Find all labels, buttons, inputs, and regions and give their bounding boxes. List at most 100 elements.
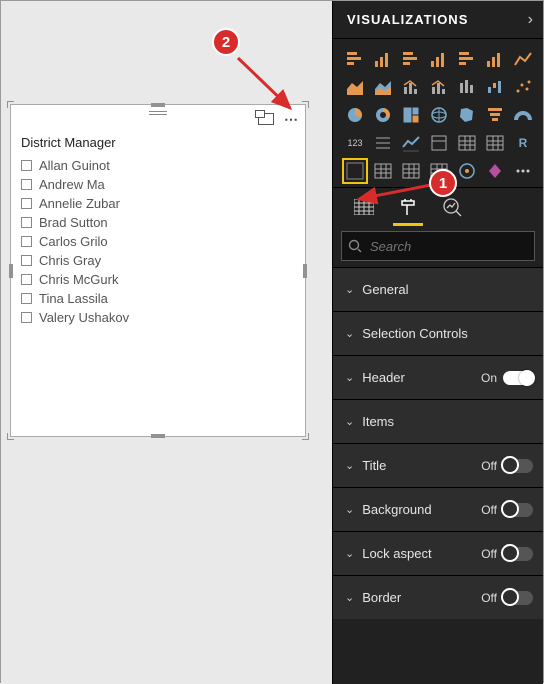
- checkbox-icon[interactable]: [21, 312, 32, 323]
- viz-gauge-icon[interactable]: [511, 103, 535, 127]
- resize-handle[interactable]: [151, 434, 165, 438]
- tab-analytics[interactable]: [439, 194, 465, 220]
- format-section[interactable]: ⌄Items: [333, 399, 543, 443]
- slicer-item[interactable]: Chris McGurk: [21, 270, 295, 289]
- toggle-state-label: On: [481, 371, 497, 385]
- search-input[interactable]: [370, 239, 528, 254]
- checkbox-icon[interactable]: [21, 236, 32, 247]
- viz-more-visuals-icon[interactable]: [511, 159, 535, 183]
- viz-powerapps-icon[interactable]: [483, 159, 507, 183]
- viz-key-influencers-icon[interactable]: [371, 159, 395, 183]
- checkbox-icon[interactable]: [21, 293, 32, 304]
- viz-kpi-icon[interactable]: [399, 131, 423, 155]
- search-icon: [348, 239, 362, 253]
- viz-stacked-bar-icon[interactable]: [343, 47, 367, 71]
- toggle-switch[interactable]: [503, 503, 533, 517]
- checkbox-icon[interactable]: [21, 198, 32, 209]
- viz-funnel-icon[interactable]: [483, 103, 507, 127]
- panel-title: VISUALIZATIONS: [347, 12, 468, 27]
- checkbox-icon[interactable]: [21, 274, 32, 285]
- slicer-visual[interactable]: ⋯ District Manager Allan GuinotAndrew Ma…: [10, 104, 306, 437]
- viz-area-icon[interactable]: [343, 75, 367, 99]
- checkbox-icon[interactable]: [21, 217, 32, 228]
- resize-handle[interactable]: [302, 101, 309, 108]
- slicer-item[interactable]: Tina Lassila: [21, 289, 295, 308]
- slicer-item[interactable]: Carlos Grilo: [21, 232, 295, 251]
- viz-treemap-icon[interactable]: [399, 103, 423, 127]
- slicer-item[interactable]: Valery Ushakov: [21, 308, 295, 327]
- slicer-item[interactable]: Annelie Zubar: [21, 194, 295, 213]
- viz-clustered-bar-icon[interactable]: [399, 47, 423, 71]
- checkbox-icon[interactable]: [21, 255, 32, 266]
- toggle-switch[interactable]: [503, 371, 533, 385]
- viz-py-visual-icon[interactable]: [343, 159, 367, 183]
- toggle-switch[interactable]: [503, 591, 533, 605]
- viz-slicer-icon[interactable]: [427, 131, 451, 155]
- viz-decomposition-tree-icon[interactable]: [399, 159, 423, 183]
- resize-handle[interactable]: [7, 101, 14, 108]
- viz-stacked-column-icon[interactable]: [371, 47, 395, 71]
- viz-filled-map-icon[interactable]: [455, 103, 479, 127]
- resize-handle[interactable]: [302, 433, 309, 440]
- toggle-state-label: Off: [481, 547, 497, 561]
- report-canvas: ⋯ District Manager Allan GuinotAndrew Ma…: [1, 1, 332, 684]
- visualizations-panel: VISUALIZATIONS › 123 R ⌄General⌄Selection…: [332, 1, 543, 684]
- resize-handle[interactable]: [7, 433, 14, 440]
- viz-clustered-column-icon[interactable]: [427, 47, 451, 71]
- drag-grip-icon[interactable]: [149, 111, 167, 117]
- chevron-down-icon: ⌄: [345, 459, 354, 472]
- format-section[interactable]: ⌄Selection Controls: [333, 311, 543, 355]
- resize-handle[interactable]: [303, 264, 307, 278]
- viz-line-clustered-column-icon[interactable]: [427, 75, 451, 99]
- viz-100-stacked-column-icon[interactable]: [483, 47, 507, 71]
- viz-card-icon[interactable]: 123: [343, 131, 367, 155]
- viz-matrix-icon[interactable]: [483, 131, 507, 155]
- toggle-switch[interactable]: [503, 547, 533, 561]
- tab-fields[interactable]: [351, 194, 377, 220]
- format-section[interactable]: ⌄BorderOff: [333, 575, 543, 619]
- format-section-list: ⌄General⌄Selection Controls⌄HeaderOn⌄Ite…: [333, 267, 543, 619]
- viz-arcgis-icon[interactable]: [455, 159, 479, 183]
- checkbox-icon[interactable]: [21, 160, 32, 171]
- viz-stacked-area-icon[interactable]: [371, 75, 395, 99]
- format-section[interactable]: ⌄HeaderOn: [333, 355, 543, 399]
- more-options-icon[interactable]: ⋯: [284, 111, 299, 128]
- chevron-down-icon: ⌄: [345, 327, 354, 340]
- collapse-panel-icon[interactable]: ›: [528, 11, 533, 29]
- slicer-item-list: Allan GuinotAndrew MaAnnelie Zubar Brad S…: [11, 156, 305, 327]
- resize-handle[interactable]: [9, 264, 13, 278]
- slicer-item[interactable]: Chris Gray: [21, 251, 295, 270]
- viz-pie-icon[interactable]: [343, 103, 367, 127]
- slicer-item[interactable]: Brad Sutton: [21, 213, 295, 232]
- viz-waterfall-icon[interactable]: [483, 75, 507, 99]
- slicer-item[interactable]: Andrew Ma: [21, 175, 295, 194]
- slicer-item-label: Chris McGurk: [39, 272, 118, 287]
- viz-line-icon[interactable]: [511, 47, 535, 71]
- viz-donut-icon[interactable]: [371, 103, 395, 127]
- chevron-down-icon: ⌄: [345, 503, 354, 516]
- format-section[interactable]: ⌄TitleOff: [333, 443, 543, 487]
- format-section[interactable]: ⌄General: [333, 267, 543, 311]
- viz-scatter-icon[interactable]: [511, 75, 535, 99]
- viz-line-stacked-column-icon[interactable]: [399, 75, 423, 99]
- format-section-label: Border: [362, 590, 481, 605]
- format-section[interactable]: ⌄BackgroundOff: [333, 487, 543, 531]
- chevron-down-icon: ⌄: [345, 547, 354, 560]
- viz-table-icon[interactable]: [455, 131, 479, 155]
- slicer-item-label: Tina Lassila: [39, 291, 108, 306]
- tab-format[interactable]: [395, 194, 421, 220]
- viz-multi-row-card-icon[interactable]: [371, 131, 395, 155]
- slicer-item-label: Brad Sutton: [39, 215, 108, 230]
- format-search[interactable]: [341, 231, 535, 261]
- checkbox-icon[interactable]: [21, 179, 32, 190]
- toggle-state-label: Off: [481, 459, 497, 473]
- viz-ribbon-icon[interactable]: [455, 75, 479, 99]
- viz-100-stacked-bar-icon[interactable]: [455, 47, 479, 71]
- resize-handle[interactable]: [151, 103, 165, 107]
- toggle-switch[interactable]: [503, 459, 533, 473]
- focus-mode-icon[interactable]: [258, 113, 274, 125]
- viz-r-visual-icon[interactable]: R: [511, 131, 535, 155]
- viz-map-icon[interactable]: [427, 103, 451, 127]
- format-section[interactable]: ⌄Lock aspectOff: [333, 531, 543, 575]
- slicer-item[interactable]: Allan Guinot: [21, 156, 295, 175]
